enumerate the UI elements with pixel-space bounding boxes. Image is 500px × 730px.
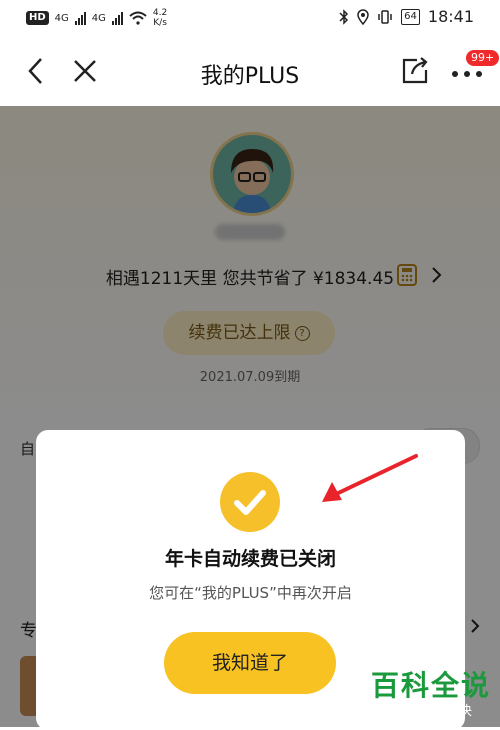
network-label-1: 4G: [54, 12, 69, 24]
net-speed-unit: K/s: [153, 18, 167, 28]
battery-indicator: 64: [401, 8, 420, 25]
annotation-arrow-icon: [322, 454, 418, 502]
bluetooth-icon: [339, 8, 349, 25]
nav-bar: 我的PLUS 99+: [0, 36, 500, 106]
watermark-logo: 百科全说 助你轻松解决: [366, 664, 496, 724]
hd-indicator: HD: [26, 11, 49, 25]
status-right: 64 18:41: [339, 7, 474, 26]
net-speed-value: 4.2: [152, 8, 168, 18]
clock: 18:41: [427, 7, 474, 26]
share-icon[interactable]: [400, 56, 430, 86]
confirm-button[interactable]: 我知道了: [164, 632, 336, 694]
network-label-2: 4G: [91, 12, 106, 24]
dialog-title: 年卡自动续费已关闭: [164, 548, 336, 570]
status-left: HD 4G 4G 4.2 K/s: [26, 8, 167, 28]
wifi-icon: [129, 11, 147, 25]
net-speed: 4.2 K/s: [153, 8, 167, 28]
dialog-subtitle: 您可在“我的PLUS”中再次开启: [149, 584, 352, 602]
watermark-subtitle: 助你轻松解决: [388, 704, 473, 719]
notification-badge: 99+: [466, 50, 500, 66]
signal-icon-2: [111, 11, 123, 25]
location-icon: [357, 8, 369, 25]
success-check-icon: [220, 472, 280, 532]
signal-icon: [74, 11, 86, 25]
watermark-title: 百科全说: [370, 669, 491, 702]
vibrate-icon: [378, 9, 392, 24]
status-bar: HD 4G 4G 4.2 K/s 64 18:41: [0, 0, 500, 36]
